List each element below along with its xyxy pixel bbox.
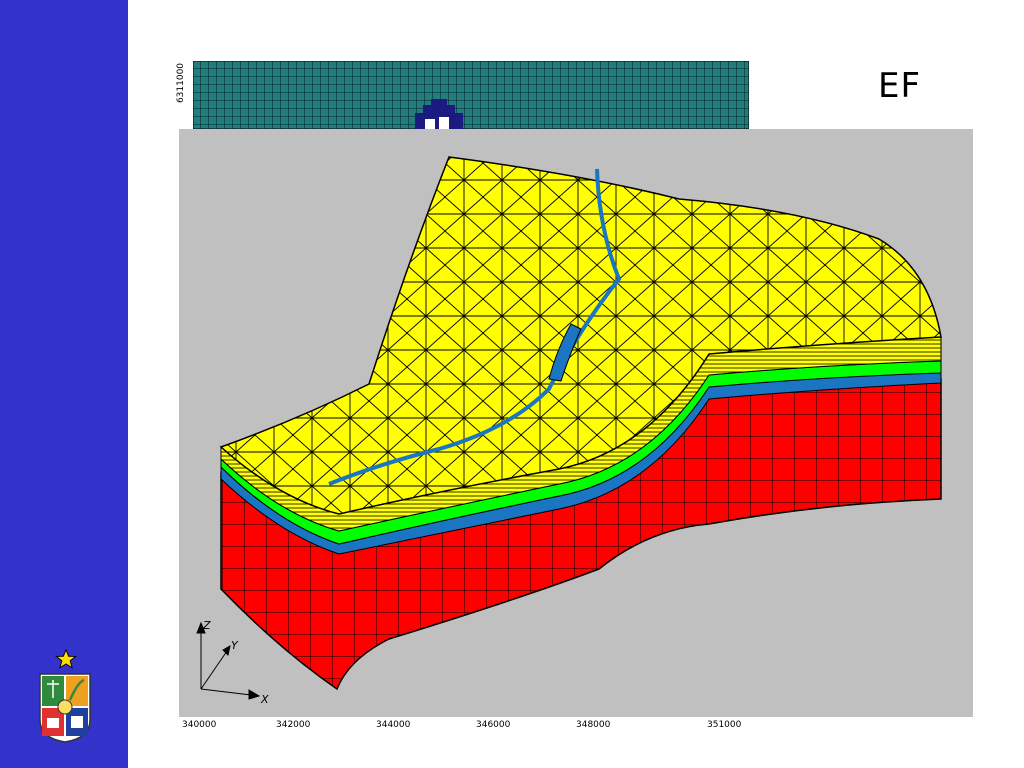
- x-axis-tick-label: 351000: [707, 720, 742, 730]
- z-axis-label: Z: [202, 619, 211, 632]
- x-axis-tick-label: 348000: [576, 720, 611, 730]
- slide-title: EF: [878, 66, 922, 106]
- x-axis-tick-label: 344000: [376, 720, 411, 730]
- y-axis-tick-label: 6311000: [176, 62, 186, 104]
- axis-triad-icon: [196, 621, 261, 700]
- university-crest-icon: [39, 673, 91, 743]
- x-axis-tick-label: 346000: [476, 720, 511, 730]
- y-axis-label: Y: [231, 639, 239, 652]
- finite-element-3d-mesh-view: Z Y X: [179, 129, 973, 717]
- finite-difference-grid-view: [193, 61, 749, 129]
- x-axis-tick-label: 342000: [276, 720, 311, 730]
- star-icon: [55, 648, 77, 669]
- x-axis-label: X: [260, 693, 269, 706]
- x-axis-tick-label: 340000: [182, 720, 217, 730]
